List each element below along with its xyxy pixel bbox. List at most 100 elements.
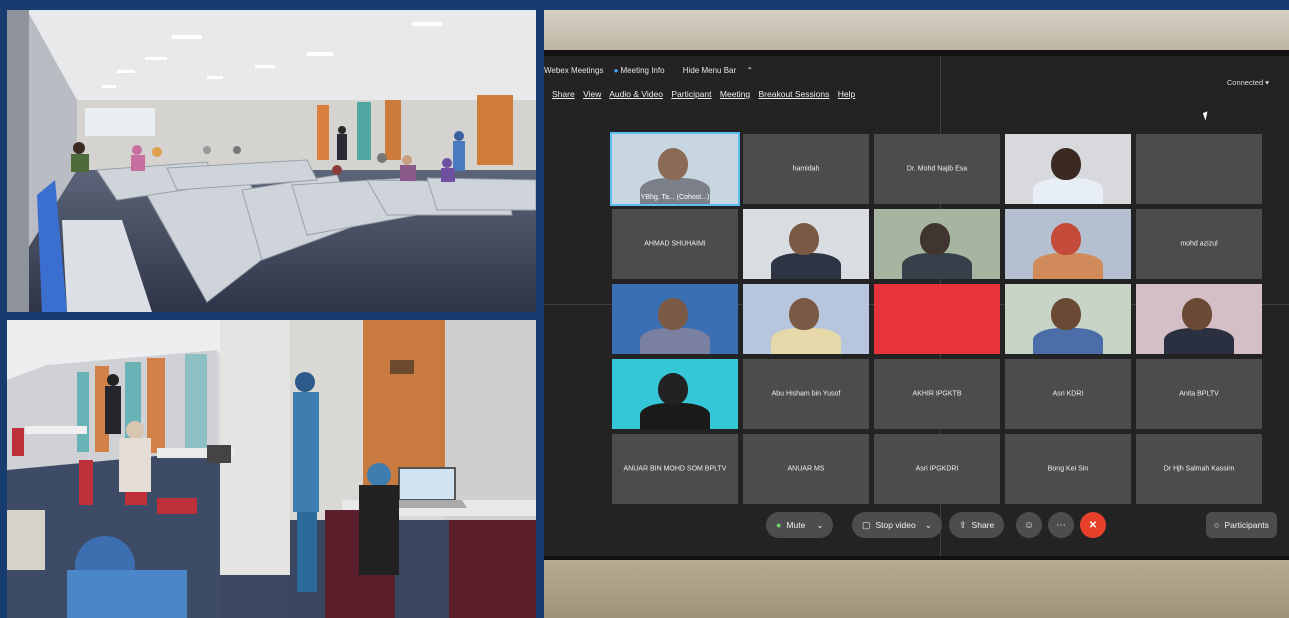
- participants-button[interactable]: ○ Participants: [1206, 512, 1277, 538]
- participant-tile[interactable]: [743, 284, 869, 354]
- participant-tile[interactable]: Asri IPGKDRI: [874, 434, 1000, 504]
- meeting-info-label: Meeting Info: [620, 66, 665, 75]
- participant-name: Anita BPLTV: [1179, 390, 1219, 398]
- participants-label: Participants: [1224, 520, 1269, 530]
- participant-name: mohd azizul: [1180, 240, 1218, 248]
- menu-help[interactable]: Help: [838, 89, 855, 99]
- participant-head: [1051, 298, 1081, 330]
- participant-tile[interactable]: ANUAR MS: [743, 434, 869, 504]
- participant-tile[interactable]: [612, 359, 738, 429]
- participant-name: hamidah: [792, 165, 820, 173]
- webex-menu: Share View Audio & Video Participant Mee…: [552, 89, 861, 99]
- menu-participant[interactable]: Participant: [671, 89, 711, 99]
- share-screen-icon: ⇪: [959, 519, 967, 530]
- participant-tile[interactable]: AKHIR IPGKTB: [874, 359, 1000, 429]
- participant-tile[interactable]: [874, 209, 1000, 279]
- screen-frame: Webex Meetings ● Meeting Info Hide Menu B…: [544, 50, 1289, 560]
- participant-head: [789, 298, 819, 330]
- connection-status[interactable]: Connected ▾: [1227, 78, 1269, 87]
- participant-body: [640, 328, 710, 354]
- participant-name: Abu Hisham bin Yusof: [771, 390, 841, 398]
- participant-name: Asri IPGKDRI: [915, 465, 959, 473]
- share-button[interactable]: ⇪ Share: [949, 512, 1005, 538]
- microphone-icon: ●: [776, 520, 782, 530]
- chevron-down-icon: ▾: [1265, 78, 1269, 87]
- participant-body: [1164, 328, 1234, 354]
- participant-tile[interactable]: Bong Kei Sin: [1005, 434, 1131, 504]
- stop-video-button[interactable]: ▢ Stop video ⌄: [852, 512, 942, 538]
- participant-head: [920, 223, 950, 255]
- more-icon: ⋯: [1056, 519, 1066, 531]
- participant-tile[interactable]: [874, 284, 1000, 354]
- participant-tile[interactable]: YBhg. Ta... (Cohost...): [610, 132, 740, 206]
- participant-tile[interactable]: mohd azizul: [1136, 209, 1262, 279]
- mute-label: Mute: [786, 520, 806, 530]
- menu-audio-video[interactable]: Audio & Video: [609, 89, 663, 99]
- chevron-down-icon: ⌄: [924, 519, 932, 530]
- participant-tile[interactable]: [1005, 209, 1131, 279]
- photo-meeting-room: [7, 320, 536, 618]
- participant-tile[interactable]: [612, 284, 738, 354]
- photo-collage: Webex Meetings ● Meeting Info Hide Menu B…: [0, 0, 1289, 618]
- stop-video-label: Stop video: [875, 520, 916, 530]
- participant-name: Asri KDRI: [1052, 390, 1084, 398]
- participant-body: [902, 253, 972, 279]
- participant-tile[interactable]: [1136, 284, 1262, 354]
- participant-tile[interactable]: Dr Hjh Salmah Kassim: [1136, 434, 1262, 504]
- menu-view[interactable]: View: [583, 89, 601, 99]
- more-options-button[interactable]: ⋯: [1048, 512, 1074, 538]
- participant-tile[interactable]: [1005, 134, 1131, 204]
- hide-menu-bar-button[interactable]: Hide Menu Bar ⌃: [683, 66, 761, 75]
- participant-head: [789, 223, 819, 255]
- participant-tile[interactable]: AHMAD SHUHAIMI: [612, 209, 738, 279]
- participant-name: AHMAD SHUHAIMI: [644, 240, 706, 248]
- participant-tile[interactable]: [1136, 134, 1262, 204]
- app-name: Webex Meetings: [544, 66, 604, 75]
- participant-tile[interactable]: Asri KDRI: [1005, 359, 1131, 429]
- participant-grid: YBhg. Ta... (Cohost...) hamidah Dr. Mohd N…: [610, 132, 1262, 506]
- meeting-room-scene: [7, 320, 536, 618]
- photo-video-wall: Webex Meetings ● Meeting Info Hide Menu B…: [544, 10, 1289, 618]
- participant-name: ANUAR MS: [787, 465, 825, 473]
- webex-window: Webex Meetings ● Meeting Info Hide Menu B…: [544, 56, 1289, 556]
- wall-top: [544, 10, 1289, 50]
- participant-tile[interactable]: hamidah: [743, 134, 869, 204]
- participant-body: [1033, 253, 1103, 279]
- participant-tile[interactable]: ANUAR BIN MOHD SOM BPLTV: [612, 434, 738, 504]
- participant-head: [658, 148, 688, 180]
- menu-share[interactable]: Share: [552, 89, 575, 99]
- info-icon: ●: [613, 66, 619, 75]
- participant-name: YBhg. Ta... (Cohost...): [640, 194, 710, 201]
- person-icon: ○: [1214, 520, 1220, 530]
- chevron-up-icon: ⌃: [746, 66, 754, 75]
- mute-button[interactable]: ● Mute ⌄: [766, 512, 834, 538]
- participant-body: [771, 253, 841, 279]
- participant-name: Dr. Mohd Najib Esa: [906, 165, 968, 173]
- participant-head: [658, 373, 688, 405]
- participant-tile[interactable]: Anita BPLTV: [1136, 359, 1262, 429]
- menu-meeting[interactable]: Meeting: [720, 89, 750, 99]
- webex-title-bar: Webex Meetings ● Meeting Info Hide Menu B…: [544, 66, 769, 75]
- mouse-cursor-icon: [1202, 111, 1211, 121]
- menu-breakout-sessions[interactable]: Breakout Sessions: [759, 89, 830, 99]
- connection-status-label: Connected: [1226, 78, 1264, 87]
- participant-tile[interactable]: [743, 209, 869, 279]
- participant-head: [658, 298, 688, 330]
- participant-head: [1051, 148, 1081, 180]
- participant-head: [1182, 298, 1212, 330]
- meeting-info-link[interactable]: ● Meeting Info: [614, 66, 673, 75]
- leave-meeting-button[interactable]: ✕: [1080, 512, 1106, 538]
- participant-tile[interactable]: Dr. Mohd Najib Esa: [874, 134, 1000, 204]
- participant-name: AKHIR IPGKTB: [912, 390, 962, 398]
- hide-menu-bar-label: Hide Menu Bar: [682, 66, 737, 75]
- smiley-icon: ☺: [1023, 519, 1035, 531]
- share-label: Share: [971, 520, 995, 530]
- participant-tile[interactable]: Abu Hisham bin Yusof: [743, 359, 869, 429]
- participant-name: Dr Hjh Salmah Kassim: [1163, 465, 1235, 473]
- close-icon: ✕: [1088, 519, 1098, 531]
- participant-tile[interactable]: [1005, 284, 1131, 354]
- reactions-button[interactable]: ☺: [1016, 512, 1042, 538]
- participant-body: [1033, 328, 1103, 354]
- participant-name: Bong Kei Sin: [1047, 465, 1089, 473]
- photo-lecture-hall: [7, 10, 536, 312]
